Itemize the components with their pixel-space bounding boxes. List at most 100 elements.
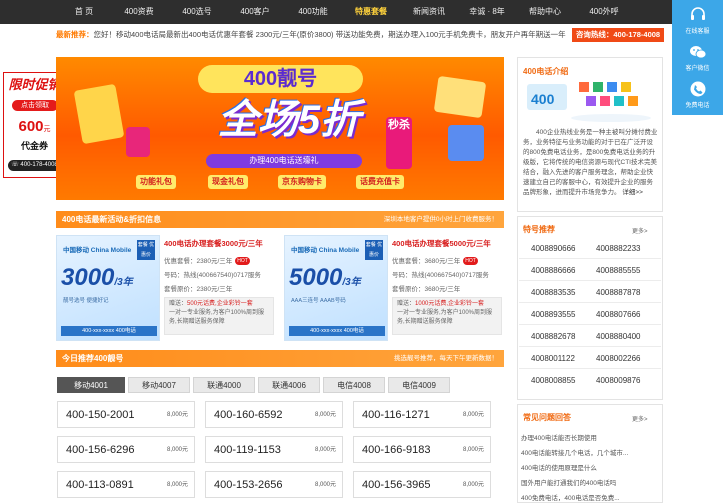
special-number[interactable]: 4008890666 <box>531 244 576 253</box>
svg-text:400: 400 <box>531 91 555 107</box>
package-price-big: 3000/3年 <box>61 264 133 292</box>
wechat-icon <box>689 46 706 59</box>
nav-item-outbound[interactable]: 400外呼 <box>578 0 630 24</box>
special-number[interactable]: 4008886666 <box>531 266 576 275</box>
tab-unicom-4006[interactable]: 联通4006 <box>258 377 320 393</box>
nav-item-about[interactable]: 幸诚 · 8年 <box>462 0 512 24</box>
package-card-3000[interactable]: 中国移动 China Mobile 套餐 优惠价 3000/3年 靓号选号 便捷… <box>56 235 278 341</box>
banner-coupon-tile <box>126 127 150 157</box>
nav-item-number-select[interactable]: 400选号 <box>172 0 222 24</box>
special-number[interactable]: 4008002266 <box>596 354 641 363</box>
number-cell[interactable]: 400-156-6296 8,000元 <box>57 436 195 463</box>
nav-item-help[interactable]: 帮助中心 <box>520 0 570 24</box>
intro-illustration: 400 <box>527 82 651 122</box>
number-cell[interactable]: 400-153-2656 8,000元 <box>205 471 343 498</box>
package-number: 号码：热线(400667540)0717服务 <box>392 272 489 279</box>
sidebar-faq-more[interactable]: 更多> <box>632 414 648 423</box>
special-number[interactable]: 4008807666 <box>596 310 641 319</box>
package-original-price: 套餐原价：2380元/三年 <box>164 286 233 293</box>
special-number[interactable]: 4008001122 <box>531 354 575 363</box>
nav-item-home[interactable]: 首 页 <box>62 0 106 24</box>
free-call-label: 免费电话 <box>685 103 710 109</box>
banner-headline: 全场5折 <box>217 98 361 142</box>
number-price: 8,000元 <box>166 482 188 488</box>
promo-phone: ☏ 400-178-4008 <box>8 160 61 171</box>
section-promotions-title: 400电话最新活动&折扣信息 <box>62 215 162 224</box>
sidebar-faq-title: 常见问题回答 <box>523 413 571 422</box>
package-name[interactable]: 400电话办理套餐3000元/三年 <box>164 238 263 249</box>
hero-banner[interactable]: 400靓号 全场5折 秒杀 办理400电话送壕礼 功能礼包 现金礼包 京东购物卡… <box>56 57 504 200</box>
section-promotions-header: 400电话最新活动&折扣信息 深圳本地客户提供0小时上门收费服务！ <box>56 211 504 228</box>
nav-item-pricing[interactable]: 400资费 <box>114 0 164 24</box>
special-number[interactable]: 4008882233 <box>596 244 641 253</box>
banner-gift-phone-card: 话费充值卡 <box>356 175 404 189</box>
hotline-badge[interactable]: 咨询热线：400-178-4008 <box>572 28 664 42</box>
faq-item[interactable]: 400免费电话，400电话是否免费... <box>521 492 620 502</box>
package-gift-text: 一对一专业服务,为客户100%周到服务,长期赠送服务保障 <box>169 310 265 325</box>
carrier-logo: 中国移动 China Mobile <box>291 247 360 254</box>
tab-telecom-4009[interactable]: 电信4009 <box>388 377 450 393</box>
number-cell[interactable]: 400-160-6592 8,000元 <box>205 401 343 428</box>
faq-item[interactable]: 国外用户能打通我们的400电话吗 <box>521 477 616 487</box>
special-row-divider <box>519 368 661 369</box>
nav-item-special-offers[interactable]: 特惠套餐 <box>346 0 396 24</box>
nav-item-news[interactable]: 新闻资讯 <box>404 0 454 24</box>
carrier-logo: 中国移动 China Mobile <box>63 247 132 254</box>
hot-badge: HOT <box>235 257 250 265</box>
special-number[interactable]: 4008009876 <box>596 376 641 385</box>
package-name[interactable]: 400电话办理套餐5000元/三年 <box>392 238 491 249</box>
package-price-unit: /3年 <box>342 277 361 288</box>
wechat-button[interactable]: 客户微信 <box>672 39 723 76</box>
special-number[interactable]: 4008893555 <box>531 310 576 319</box>
special-number[interactable]: 4008880400 <box>596 332 641 341</box>
tab-mobile-4007[interactable]: 移动4007 <box>128 377 190 393</box>
number-cell[interactable]: 400-150-2001 8,000元 <box>57 401 195 428</box>
promo-claim-button[interactable]: 点击领取 <box>12 100 58 111</box>
package-price-value: 5000 <box>289 264 343 291</box>
nav-item-features[interactable]: 400功能 <box>288 0 338 24</box>
special-row-divider <box>519 302 661 303</box>
banner-subtitle: 办理400电话送壕礼 <box>206 154 362 168</box>
special-number[interactable]: 4008008855 <box>531 376 576 385</box>
headset-icon <box>690 7 705 20</box>
promo-phone-number: 400-178-4008 <box>20 162 58 168</box>
tab-telecom-4008[interactable]: 电信4008 <box>323 377 385 393</box>
faq-item[interactable]: 办理400电话能否长期使用 <box>521 432 597 442</box>
package-badge: 套餐 优惠价 <box>365 240 383 260</box>
number-cell[interactable]: 400-156-3965 8,000元 <box>353 471 491 498</box>
number-cell[interactable]: 400-119-1153 8,000元 <box>205 436 343 463</box>
package-gift-highlight: 500元话费,企业彩铃一套 <box>187 301 253 307</box>
intro-more-link[interactable]: 详细>> <box>622 189 643 196</box>
sidebar-special-more[interactable]: 更多> <box>632 226 648 235</box>
special-number[interactable]: 4008887878 <box>596 288 641 297</box>
nav-item-customers[interactable]: 400客户 <box>230 0 280 24</box>
tab-mobile-4001[interactable]: 移动4001 <box>57 377 125 393</box>
tab-unicom-4000[interactable]: 联通4000 <box>193 377 255 393</box>
promo-amount-unit: 元 <box>43 126 51 133</box>
number-cell[interactable]: 400-113-0891 8,000元 <box>57 471 195 498</box>
special-number[interactable]: 4008882678 <box>531 332 576 341</box>
package-original-price: 套餐原价：3680元/三年 <box>392 286 461 293</box>
package-discount-text: 优惠套餐：2380元/三年 <box>164 258 233 265</box>
special-number[interactable]: 4008883535 <box>531 288 576 297</box>
banner-gift-feature-pack: 功能礼包 <box>136 175 176 189</box>
banner-seckill-badge: 秒杀 <box>386 117 412 169</box>
free-call-button[interactable]: 免费电话 <box>672 76 723 113</box>
package-price-value: 3000 <box>61 264 115 291</box>
special-row-divider <box>519 324 661 325</box>
notice-label: 最新推荐： <box>56 30 94 39</box>
number-value: 400-113-0891 <box>66 479 134 491</box>
package-price-unit: /3年 <box>114 277 133 288</box>
package-card-5000[interactable]: 中国移动 China Mobile 套餐 优惠价 5000/3年 AAA三连号 … <box>284 235 506 341</box>
number-cell[interactable]: 400-116-1271 8,000元 <box>353 401 491 428</box>
number-value: 400-166-9183 <box>362 444 431 456</box>
special-number[interactable]: 4008885555 <box>596 266 641 275</box>
section-promotions-note: 深圳本地客户提供0小时上门收费服务！ <box>383 216 498 223</box>
package-discount: 优惠套餐：3680元/三年 HOT <box>392 255 478 265</box>
package-number: 号码：热线(400667540)0717服务 <box>164 272 261 279</box>
number-cell[interactable]: 400-166-9183 8,000元 <box>353 436 491 463</box>
online-service-button[interactable]: 在线客服 <box>672 2 723 39</box>
banner-voucher-tile <box>433 75 487 119</box>
faq-item[interactable]: 400电话的使用原理是什么 <box>521 462 597 472</box>
faq-item[interactable]: 400电话能转接几个电话，几个城市... <box>521 447 628 457</box>
